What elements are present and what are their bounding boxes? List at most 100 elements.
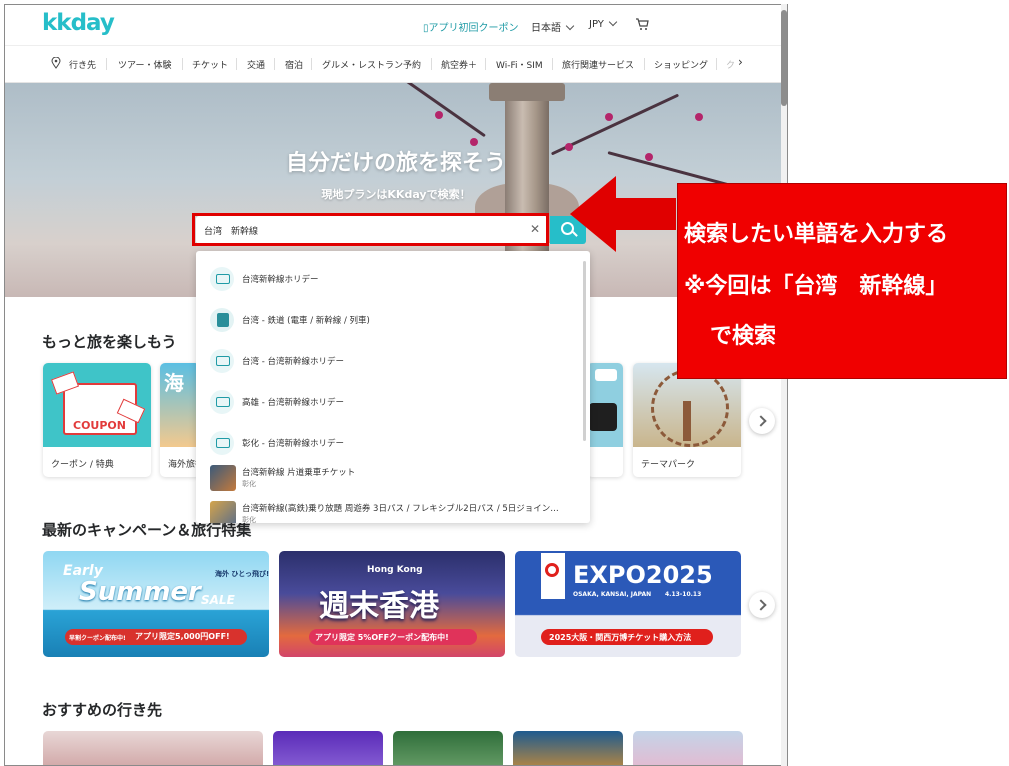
annotation-arrow	[570, 176, 616, 252]
nav-item-destination[interactable]: 行き先	[69, 58, 96, 71]
product-thumbnail	[210, 501, 236, 523]
train-icon	[210, 390, 234, 414]
suggestion-item[interactable]: 台湾 - 台湾新幹線ホリデー	[196, 341, 576, 381]
annotation-arrow	[614, 198, 676, 230]
banner-text: OSAKA, KANSAI, JAPAN	[573, 591, 652, 598]
suggestion-item[interactable]: 台湾 - 鉄道 (電車 / 新幹線 / 列車)	[196, 300, 576, 340]
suggestion-text: 高雄 - 台湾新幹線ホリデー	[242, 398, 344, 408]
suggestion-item[interactable]: 彰化 - 台湾新幹線ホリデー	[196, 423, 576, 463]
nav-divider	[106, 58, 107, 70]
suggestion-text: 台湾 - 鉄道 (電車 / 新幹線 / 列車)	[242, 316, 370, 326]
callout-text: ※今回は「台湾 新幹線」	[684, 274, 948, 299]
banner-text: 週末香港	[319, 589, 439, 624]
callout-text: で検索	[710, 324, 777, 349]
tower-bg	[489, 83, 565, 101]
annotation-callout: 検索したい単語を入力する ※今回は「台湾 新幹線」 で検索	[677, 183, 1007, 379]
banner-text: 早割クーポン配布中!	[69, 635, 126, 642]
suggestion-item[interactable]: 高雄 - 台湾新幹線ホリデー	[196, 382, 576, 422]
banner-expo-2025[interactable]: EXPO2025 OSAKA, KANSAI, JAPAN 4.13-10.13…	[515, 551, 741, 657]
train-icon	[210, 431, 234, 455]
expo-logo-icon	[545, 563, 559, 577]
browser-frame: kkday ▯アプリ初回クーポン 日本語 JPY 行き先 ツアー・体験 チケット…	[4, 4, 788, 766]
site-header: kkday ▯アプリ初回クーポン 日本語 JPY	[5, 5, 787, 46]
card-theme-park[interactable]: テーマパーク	[633, 363, 741, 477]
suggestion-text: 台湾新幹線 片道乗車チケット	[242, 468, 356, 478]
callout-text: 検索したい単語を入力する	[684, 222, 949, 247]
scrollbar-thumb[interactable]	[781, 10, 787, 106]
card-coupon[interactable]: COUPON クーポン / 特典	[43, 363, 151, 477]
destination-card[interactable]	[633, 731, 743, 765]
suggestion-item[interactable]: 台湾新幹線(高鉄)乗り放題 周遊券 3日パス / フレキシブル2日パス / 5日…	[196, 495, 576, 523]
suggestion-text: 彰化 - 台湾新幹線ホリデー	[242, 439, 344, 449]
nav-divider	[431, 58, 432, 70]
banner-text: Summer	[79, 577, 201, 607]
banner-early-summer[interactable]: Early Summer SALE 海外 ひとっ飛び! 早割クーポン配布中! ア…	[43, 551, 269, 657]
cart-icon[interactable]	[635, 17, 649, 34]
currency-selector[interactable]: JPY	[589, 17, 618, 30]
chevron-right-icon	[755, 599, 767, 611]
banner-hong-kong[interactable]: Hong Kong 週末香港 アプリ限定 5%OFFクーポン配布中!	[279, 551, 505, 657]
nav-divider	[182, 58, 183, 70]
carousel-next-button[interactable]	[749, 408, 775, 434]
destination-card[interactable]	[43, 731, 263, 765]
nav-divider	[552, 58, 553, 70]
nav-item-transport[interactable]: 交通	[247, 58, 265, 71]
blossom-decor	[435, 111, 443, 119]
product-thumbnail	[210, 465, 236, 491]
app-coupon-link[interactable]: ▯アプリ初回クーポン	[423, 19, 519, 34]
nav-item-more[interactable]: ク	[726, 58, 735, 71]
banner-text: Hong Kong	[367, 565, 423, 575]
section-title-recommend: おすすめの行き先	[42, 701, 163, 719]
blossom-decor	[695, 113, 703, 121]
destination-card[interactable]	[273, 731, 383, 765]
category-nav: 行き先 ツアー・体験 チケット 交通 宿泊 グルメ・レストラン予約 航空券＋ W…	[5, 46, 787, 83]
page-scrollbar[interactable]	[781, 4, 787, 766]
nav-divider	[274, 58, 275, 70]
overseas-image: 海	[160, 363, 200, 447]
suggestion-location: 彰化	[242, 480, 256, 488]
suggestion-text: 台湾新幹線(高鉄)乗り放題 周遊券 3日パス / フレキシブル2日パス / 5日…	[242, 504, 559, 514]
language-selector[interactable]: 日本語	[531, 19, 575, 34]
kkday-logo[interactable]: kkday	[42, 10, 115, 36]
branch-decor	[394, 83, 486, 138]
card-label: クーポン / 特典	[51, 460, 114, 470]
banner-text: EXPO2025	[573, 561, 713, 589]
suggestion-item[interactable]: 台湾新幹線 片道乗車チケット 彰化	[196, 459, 576, 499]
coupon-art-text: COUPON	[73, 419, 126, 432]
nav-item-tours[interactable]: ツアー・体験	[118, 58, 171, 71]
card-label: テーマパーク	[641, 460, 696, 470]
suggestion-text: 台湾新幹線ホリデー	[242, 275, 319, 285]
nav-item-gourmet[interactable]: グルメ・レストラン予約	[322, 58, 421, 71]
card-sim[interactable]	[587, 363, 623, 477]
section-title-enjoy: もっと旅を楽しもう	[42, 333, 177, 351]
carousel-next-button[interactable]	[749, 592, 775, 618]
nav-divider	[644, 58, 645, 70]
destination-card[interactable]	[393, 731, 503, 765]
blossom-decor	[605, 113, 613, 121]
chevron-right-icon	[755, 415, 767, 427]
nav-item-shopping[interactable]: ショッピング	[654, 58, 708, 71]
nav-item-tickets[interactable]: チケット	[192, 58, 228, 71]
banner-text: 海外 ひとっ飛び!	[215, 570, 269, 578]
nav-item-wifi[interactable]: Wi-Fi・SIM	[496, 58, 543, 71]
banner-text: 2025大阪・関西万博チケット購入方法	[549, 633, 692, 642]
train-icon	[210, 267, 234, 291]
chevron-right-icon[interactable]: ›	[738, 55, 743, 69]
search-suggestions-dropdown: 台湾新幹線ホリデー 台湾 - 鉄道 (電車 / 新幹線 / 列車) 台湾 - 台…	[196, 251, 590, 523]
nav-divider	[716, 58, 717, 70]
destination-card[interactable]	[513, 731, 623, 765]
suggestion-item[interactable]: 台湾新幹線ホリデー	[196, 259, 576, 299]
dropdown-scrollbar[interactable]	[583, 261, 586, 441]
suggestion-location: 彰化	[242, 516, 256, 523]
banner-text: SALE	[201, 593, 235, 607]
train-icon	[210, 349, 234, 373]
nav-item-flights[interactable]: 航空券＋	[441, 58, 477, 71]
rail-icon	[210, 308, 234, 332]
nav-divider	[311, 58, 312, 70]
sim-image	[587, 363, 623, 447]
card-overseas[interactable]: 海 海外旅行	[160, 363, 200, 477]
nav-item-hotel[interactable]: 宿泊	[285, 58, 303, 71]
suggestion-text: 台湾 - 台湾新幹線ホリデー	[242, 357, 344, 367]
nav-item-travel-services[interactable]: 旅行関連サービス	[562, 58, 634, 71]
chevron-down-icon	[565, 21, 575, 31]
